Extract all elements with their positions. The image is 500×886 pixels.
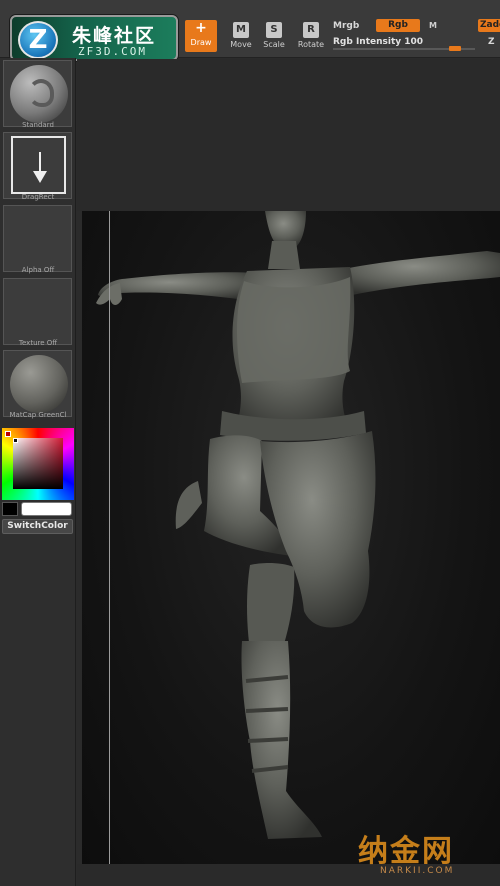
canvas-margin-top [77, 59, 500, 211]
stroke-slot[interactable] [3, 132, 72, 199]
model-left-arm [98, 272, 257, 301]
m-button[interactable]: M [429, 21, 437, 30]
watermark-text: 纳金网 [358, 834, 454, 869]
rgb-button[interactable]: Rgb [376, 19, 420, 32]
saturation-square[interactable] [13, 438, 63, 489]
color-picker[interactable] [2, 428, 74, 500]
scale-icon: S [266, 22, 282, 38]
draw-label: Draw [190, 38, 212, 47]
scale-label: Scale [263, 40, 285, 49]
material-label: MatCap GreenCl [9, 411, 67, 419]
alpha-slot[interactable] [3, 205, 72, 272]
rgb-intensity-label: Rgb Intensity 100 [333, 37, 424, 47]
color-marker[interactable] [13, 438, 18, 443]
arrow-down-icon [33, 171, 47, 183]
texture-label: Texture Off [18, 339, 58, 347]
z-label: Z [488, 37, 495, 47]
main-color-swatch[interactable] [2, 502, 18, 516]
standard-brush-icon [10, 65, 68, 123]
rotate-button[interactable]: R Rotate [295, 22, 327, 52]
mrgb-button[interactable]: Mrgb [333, 21, 359, 31]
model-back-hand [175, 481, 202, 529]
brush-label: Standard [22, 121, 54, 129]
sculpt-model [96, 211, 500, 839]
brush-slot[interactable] [3, 60, 72, 127]
move-button[interactable]: M Move [225, 22, 257, 52]
hue-marker[interactable] [5, 431, 11, 437]
logo-badge-icon: Z [18, 21, 58, 59]
rotate-label: Rotate [297, 40, 325, 49]
draw-button[interactable]: + Draw [185, 20, 217, 52]
alpha-label: Alpha Off [21, 266, 55, 274]
draw-icon: + [195, 20, 207, 36]
matcap-sphere-icon [10, 355, 68, 413]
stroke-label: DragRect [21, 193, 55, 201]
secondary-color-swatch[interactable] [21, 502, 72, 516]
standard-brush-mark [28, 79, 54, 107]
logo-title: 朱峰社区 [72, 25, 157, 47]
model-right-arm [344, 251, 500, 295]
watermark-url: NARKII.COM [380, 866, 455, 876]
top-toolbar: Z 朱峰社区 ZF3D.COM + Draw M Move S Scale R … [0, 0, 500, 61]
zadd-button[interactable]: Zadd [478, 19, 500, 32]
site-logo: Z 朱峰社区 ZF3D.COM [10, 15, 178, 61]
document-canvas[interactable] [82, 211, 500, 864]
canvas-guide-line [109, 211, 110, 864]
rgb-intensity-handle[interactable] [449, 46, 461, 51]
scale-button[interactable]: S Scale [258, 22, 290, 52]
dragrect-stroke-icon [11, 136, 66, 194]
rotate-icon: R [303, 22, 319, 38]
move-icon: M [233, 22, 249, 38]
model-top [237, 277, 351, 383]
watermark: 纳金网 NARKII.COM [358, 826, 488, 882]
logo-subtitle: ZF3D.COM [78, 45, 147, 58]
model-neck [268, 241, 300, 269]
model-left-leg [247, 563, 295, 651]
material-slot[interactable] [3, 350, 72, 417]
rgb-intensity-slider[interactable] [333, 46, 475, 51]
switch-color-button[interactable]: SwitchColor [2, 519, 73, 534]
texture-slot[interactable] [3, 278, 72, 345]
move-label: Move [230, 40, 252, 49]
